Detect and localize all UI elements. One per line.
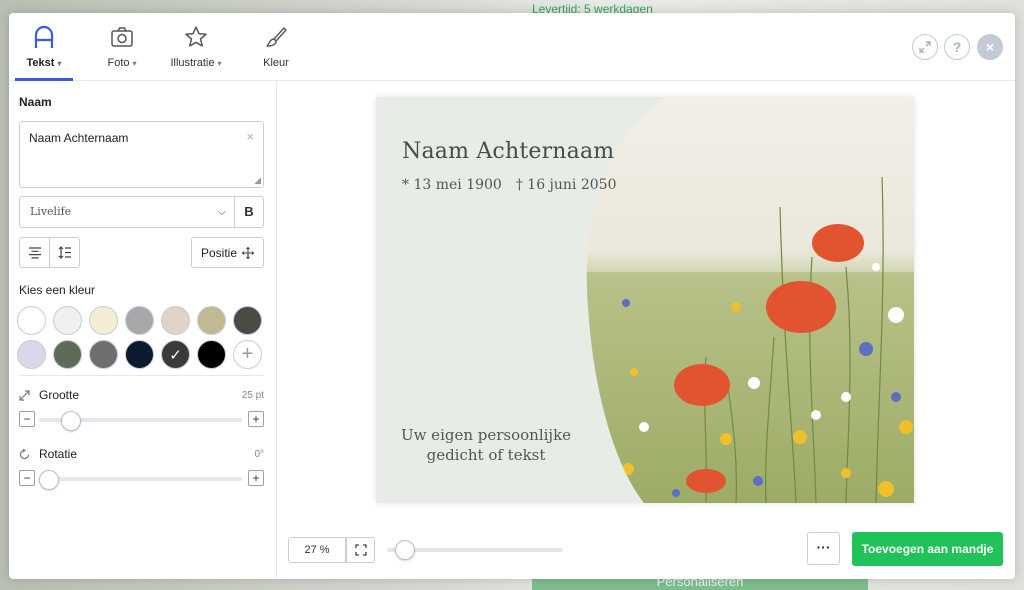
add-color-button[interactable]: +	[233, 340, 262, 369]
card-poem-text[interactable]: Uw eigen persoonlijke gedicht of tekst	[396, 425, 576, 465]
position-button[interactable]: Positie	[191, 237, 264, 268]
expand-icon	[919, 41, 931, 53]
card-death-date: † 16 juni 2050	[515, 177, 617, 193]
size-increase-button[interactable]: +	[248, 411, 264, 427]
rotate-icon	[19, 448, 30, 459]
help-button[interactable]: ?	[944, 34, 970, 60]
tab-illustratie-label: Illustratie	[170, 57, 215, 69]
tab-tekst[interactable]: Tekst ▾	[15, 13, 73, 81]
checkmark-icon: ✓	[169, 346, 182, 364]
star-icon	[176, 23, 216, 51]
color-swatch[interactable]	[197, 306, 226, 335]
chevron-down-icon: ▾	[132, 59, 137, 68]
size-value: 25 pt	[241, 390, 264, 401]
rotation-slider-handle[interactable]	[39, 470, 59, 490]
zoom-slider-track[interactable]	[387, 540, 563, 560]
color-swatch[interactable]	[125, 306, 154, 335]
fullscreen-button[interactable]	[912, 34, 938, 60]
size-label: Grootte	[39, 388, 80, 402]
rotation-increase-button[interactable]: +	[248, 470, 264, 486]
tab-foto-label: Foto	[107, 57, 130, 69]
tab-tekst-label: Tekst	[26, 57, 55, 69]
tab-foto[interactable]: Foto ▾	[95, 13, 149, 81]
chevron-down-icon: ⌵	[217, 206, 226, 218]
rotation-value: 0°	[254, 449, 264, 460]
tab-kleur[interactable]: Kleur	[251, 13, 301, 81]
editor-modal: Tekst ▾ Foto ▾ Illustratie ▾ Kleur ? × Na	[9, 13, 1015, 579]
card-poem-line: gedicht of tekst	[426, 446, 546, 464]
color-swatch[interactable]	[125, 340, 154, 369]
size-slider-track[interactable]	[39, 411, 242, 431]
zoom-level-input[interactable]: 27 %	[288, 537, 346, 563]
size-slider-row: − +	[19, 411, 264, 431]
tab-kleur-label: Kleur	[263, 57, 289, 69]
color-swatch[interactable]: ✓	[161, 340, 190, 369]
rotation-slider-row: − +	[19, 470, 264, 490]
fullscreen-icon	[354, 544, 367, 556]
close-button[interactable]: ×	[977, 34, 1003, 60]
name-textarea[interactable]: Naam Achternaam × ◢	[19, 121, 264, 188]
letter-a-icon	[24, 23, 64, 51]
line-spacing-icon	[58, 246, 71, 259]
resize-grip-icon[interactable]: ◢	[254, 175, 261, 186]
align-center-button[interactable]	[19, 237, 50, 268]
size-slider-handle[interactable]	[60, 411, 81, 431]
camera-icon	[102, 23, 142, 51]
chevron-down-icon: ▾	[217, 59, 222, 68]
position-button-label: Positie	[200, 245, 238, 260]
card-dates[interactable]: * 13 mei 1900 † 16 juni 2050	[402, 177, 617, 193]
zoom-slider-handle[interactable]	[394, 540, 415, 560]
memorial-card-preview[interactable]: Naam Achternaam * 13 mei 1900 † 16 juni …	[376, 97, 914, 503]
add-to-cart-button[interactable]: Toevoegen aan mandje	[852, 532, 1003, 566]
color-swatch[interactable]	[17, 340, 46, 369]
tab-illustratie[interactable]: Illustratie ▾	[163, 13, 229, 81]
color-swatch[interactable]	[53, 340, 82, 369]
size-decrease-button[interactable]: −	[19, 411, 35, 427]
rotation-row-title: Rotatie	[19, 447, 77, 461]
color-swatch[interactable]	[53, 306, 82, 335]
card-poem-line: Uw eigen persoonlijke	[400, 426, 572, 444]
font-select[interactable]: Livelife ⌵	[19, 196, 235, 228]
color-swatch[interactable]	[161, 306, 190, 335]
rotation-label: Rotatie	[39, 447, 78, 461]
name-label: Naam	[19, 95, 52, 109]
card-birth-date: * 13 mei 1900	[402, 177, 502, 193]
chevron-down-icon: ▾	[57, 59, 62, 68]
editor-toolbar: Tekst ▾ Foto ▾ Illustratie ▾ Kleur ? ×	[9, 13, 1015, 81]
font-select-value: Livelife	[30, 205, 72, 218]
text-settings-panel: Naam Naam Achternaam × ◢ Livelife ⌵ B Po…	[9, 81, 277, 579]
color-swatch[interactable]	[89, 306, 118, 335]
color-swatch[interactable]	[89, 340, 118, 369]
color-label: Kies een kleur	[19, 283, 96, 297]
more-options-button[interactable]: ···	[807, 532, 840, 565]
line-spacing-button[interactable]	[49, 237, 80, 268]
card-name-text[interactable]: Naam Achternaam	[402, 139, 614, 164]
rotation-decrease-button[interactable]: −	[19, 470, 35, 486]
color-swatch[interactable]	[17, 306, 46, 335]
color-swatches: ✓ +	[17, 306, 269, 369]
brush-icon	[256, 23, 296, 51]
design-canvas: Naam Achternaam * 13 mei 1900 † 16 juni …	[277, 81, 1015, 527]
color-swatch[interactable]	[197, 340, 226, 369]
name-textarea-value: Naam Achternaam	[29, 131, 129, 145]
fit-to-screen-button[interactable]	[346, 537, 375, 563]
color-swatch[interactable]	[233, 306, 262, 335]
align-center-icon	[28, 246, 41, 258]
bold-button[interactable]: B	[234, 196, 264, 228]
bottom-toolbar: 27 % ··· Toevoegen aan mandje	[277, 527, 1015, 579]
rotation-slider-track[interactable]	[39, 470, 242, 490]
clear-icon[interactable]: ×	[246, 129, 254, 144]
size-row-title: Grootte	[19, 388, 79, 402]
divider	[19, 375, 264, 376]
move-icon	[242, 246, 255, 259]
resize-icon	[19, 389, 30, 401]
